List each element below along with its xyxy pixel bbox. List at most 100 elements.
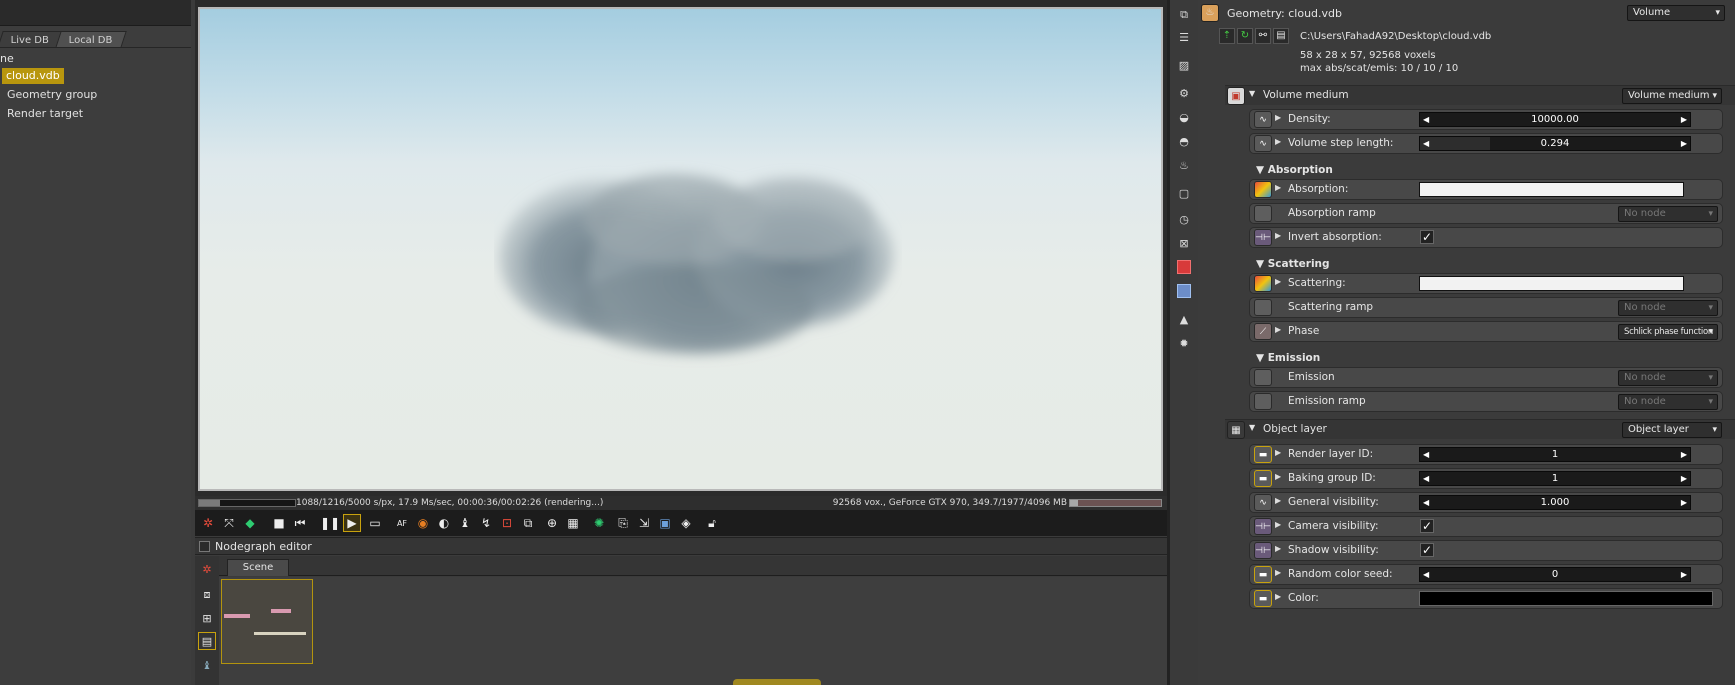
tree-item-cloud-vdb[interactable]: cloud.vdb <box>2 68 64 84</box>
pause-icon[interactable]: ❚❚ <box>320 514 340 532</box>
reload-file-icon[interactable]: ⇡ <box>1219 28 1235 44</box>
expand-triangle-icon[interactable]: ▶ <box>1275 448 1281 457</box>
collapse-triangle-icon[interactable]: ▼ <box>1249 89 1255 98</box>
red-cube-icon[interactable] <box>1175 258 1193 276</box>
expand-triangle-icon[interactable]: ▶ <box>1275 325 1281 334</box>
screen-icon[interactable]: ▭ <box>366 514 384 532</box>
camera-visibility-checkbox[interactable]: ✓ <box>1420 519 1434 533</box>
expand-triangle-icon[interactable]: ▶ <box>1275 496 1281 505</box>
volume-step-slider[interactable]: ◀ 0.294 ▶ <box>1419 136 1691 151</box>
color-cube-icon[interactable]: ◆ <box>241 514 259 532</box>
film-icon[interactable]: ▢ <box>1175 184 1193 202</box>
list-icon[interactable]: ☰ <box>1175 28 1193 46</box>
camera-icon[interactable]: ⚙ <box>1175 84 1193 102</box>
material-icon[interactable]: ♨ <box>1175 156 1193 174</box>
zoom-icon[interactable]: ⊕ <box>543 514 561 532</box>
shadow-visibility-checkbox[interactable]: ✓ <box>1420 543 1434 557</box>
fit-view-icon[interactable]: ⤧ <box>220 514 238 532</box>
expand-triangle-icon[interactable]: ▶ <box>1275 137 1281 146</box>
expand-triangle-icon[interactable]: ▶ <box>1275 472 1281 481</box>
phase-dropdown[interactable]: Schlick phase function <box>1618 324 1718 340</box>
expand-triangle-icon[interactable]: ▶ <box>1275 568 1281 577</box>
link-icon[interactable]: ⚯ <box>1255 28 1271 44</box>
graph-icon[interactable]: ⊠ <box>1175 234 1193 252</box>
baking-group-slider[interactable]: ◀ 1 ▶ <box>1419 471 1691 486</box>
node-picker-icon[interactable]: ♝ <box>198 656 216 674</box>
save-icon[interactable]: ▣ <box>656 514 674 532</box>
tab-scene[interactable]: Scene <box>227 559 289 576</box>
animation-icon[interactable]: ▤ <box>1273 28 1289 44</box>
density-slider[interactable]: ◀ 10000.00 ▶ <box>1419 112 1691 127</box>
object-picker-icon[interactable]: ♝ <box>456 514 474 532</box>
object-layer-group[interactable]: ▦ ▼ Object layer Object layer <box>1225 419 1735 439</box>
recenter-view-icon[interactable]: ✲ <box>199 514 217 532</box>
absorption-section-header[interactable]: ▼ Absorption <box>1256 164 1333 176</box>
tab-live-db[interactable]: Live DB <box>0 31 63 48</box>
expand-triangle-icon[interactable]: ▶ <box>1275 277 1281 286</box>
nodegraph-view-icon[interactable]: ▤ <box>198 632 216 650</box>
af-icon[interactable]: AF <box>393 514 411 532</box>
layout-nodes-icon[interactable]: ⧈ <box>198 586 216 604</box>
image-icon[interactable]: ◈ <box>677 514 695 532</box>
object-color-swatch[interactable] <box>1419 591 1713 606</box>
nodegraph-splitter-handle[interactable] <box>733 679 821 685</box>
nodegraph-minimap[interactable] <box>221 579 313 664</box>
scattering-ramp-dropdown[interactable]: No node <box>1618 300 1718 316</box>
material-picker-icon[interactable]: ◐ <box>435 514 453 532</box>
volume-medium-dropdown[interactable]: Volume medium <box>1622 88 1722 104</box>
grid-icon[interactable]: ▦ <box>564 514 582 532</box>
volume-medium-group[interactable]: ▣ ▼ Volume medium Volume medium <box>1225 85 1735 105</box>
clay-mode-icon[interactable]: ✺ <box>590 514 608 532</box>
scattering-color-swatch[interactable] <box>1419 276 1684 291</box>
object-layer-dropdown[interactable]: Object layer <box>1622 422 1722 438</box>
absorption-color-swatch[interactable] <box>1419 182 1684 197</box>
geometry-type-dropdown[interactable]: Volume <box>1627 5 1725 21</box>
expand-triangle-icon[interactable]: ▶ <box>1275 592 1281 601</box>
emission-ramp-label: Emission ramp <box>1288 395 1366 407</box>
clock-icon[interactable]: ◷ <box>1175 210 1193 228</box>
play-icon[interactable]: ▶ <box>343 514 361 532</box>
expand-triangle-icon[interactable]: ▶ <box>1275 544 1281 553</box>
emission-ramp-dropdown[interactable]: No node <box>1618 394 1718 410</box>
recenter-graph-icon[interactable]: ✲ <box>198 560 216 578</box>
expand-triangle-icon[interactable]: ▶ <box>1275 183 1281 192</box>
nodegraph-canvas[interactable] <box>219 577 1167 685</box>
blue-cube-icon[interactable] <box>1175 282 1193 300</box>
random-color-seed-slider[interactable]: ◀ 0 ▶ <box>1419 567 1691 582</box>
emission-dropdown[interactable]: No node <box>1618 370 1718 386</box>
color-picker-icon[interactable]: ◉ <box>414 514 432 532</box>
lock-icon[interactable]: 🔓︎ <box>703 514 721 532</box>
emission-section-header[interactable]: ▼ Emission <box>1256 352 1320 364</box>
expand-triangle-icon[interactable]: ▶ <box>1275 231 1281 240</box>
refresh-icon[interactable]: ↻ <box>1237 28 1253 44</box>
general-visibility-slider[interactable]: ◀ 1.000 ▶ <box>1419 495 1691 510</box>
collapse-triangle-icon[interactable]: ▼ <box>1249 423 1255 432</box>
copy-icon[interactable]: ⎘ <box>614 514 632 532</box>
imager-icon[interactable]: ▲ <box>1175 310 1193 328</box>
paste-icon[interactable]: ⇲ <box>635 514 653 532</box>
grid-nodes-icon[interactable]: ⊞ <box>198 609 216 627</box>
render-layer-slider[interactable]: ◀ 1 ▶ <box>1419 447 1691 462</box>
tree-item-render-target[interactable]: Render target <box>7 106 83 122</box>
pin-icon[interactable]: ⧉ <box>1175 6 1193 24</box>
light-icon[interactable]: ✹ <box>1175 334 1193 352</box>
expand-triangle-icon[interactable]: ▶ <box>1275 520 1281 529</box>
region-icon[interactable]: ⊡ <box>498 514 516 532</box>
tree-root-label[interactable]: ne <box>0 52 14 65</box>
nodegraph-toggle-checkbox[interactable] <box>199 541 210 552</box>
camera-picker-icon[interactable]: ↯ <box>477 514 495 532</box>
absorption-ramp-dropdown[interactable]: No node <box>1618 206 1718 222</box>
sky-icon[interactable]: ◓ <box>1175 132 1193 150</box>
environment-icon[interactable]: ◒ <box>1175 108 1193 126</box>
image-settings-icon[interactable]: ▨ <box>1175 56 1193 74</box>
expand-triangle-icon[interactable]: ▶ <box>1275 113 1281 122</box>
tab-local-db[interactable]: Local DB <box>55 31 127 48</box>
export-icon[interactable]: ⧉ <box>519 514 537 532</box>
scattering-section-header[interactable]: ▼ Scattering <box>1256 258 1330 270</box>
render-viewport-container <box>195 0 1167 496</box>
tree-item-geometry-group[interactable]: Geometry group <box>7 87 97 103</box>
invert-absorption-checkbox[interactable]: ✓ <box>1420 230 1434 244</box>
stop-icon[interactable]: ■ <box>270 514 288 532</box>
rewind-icon[interactable]: ⏮ <box>291 514 309 532</box>
render-viewport[interactable] <box>198 7 1163 491</box>
